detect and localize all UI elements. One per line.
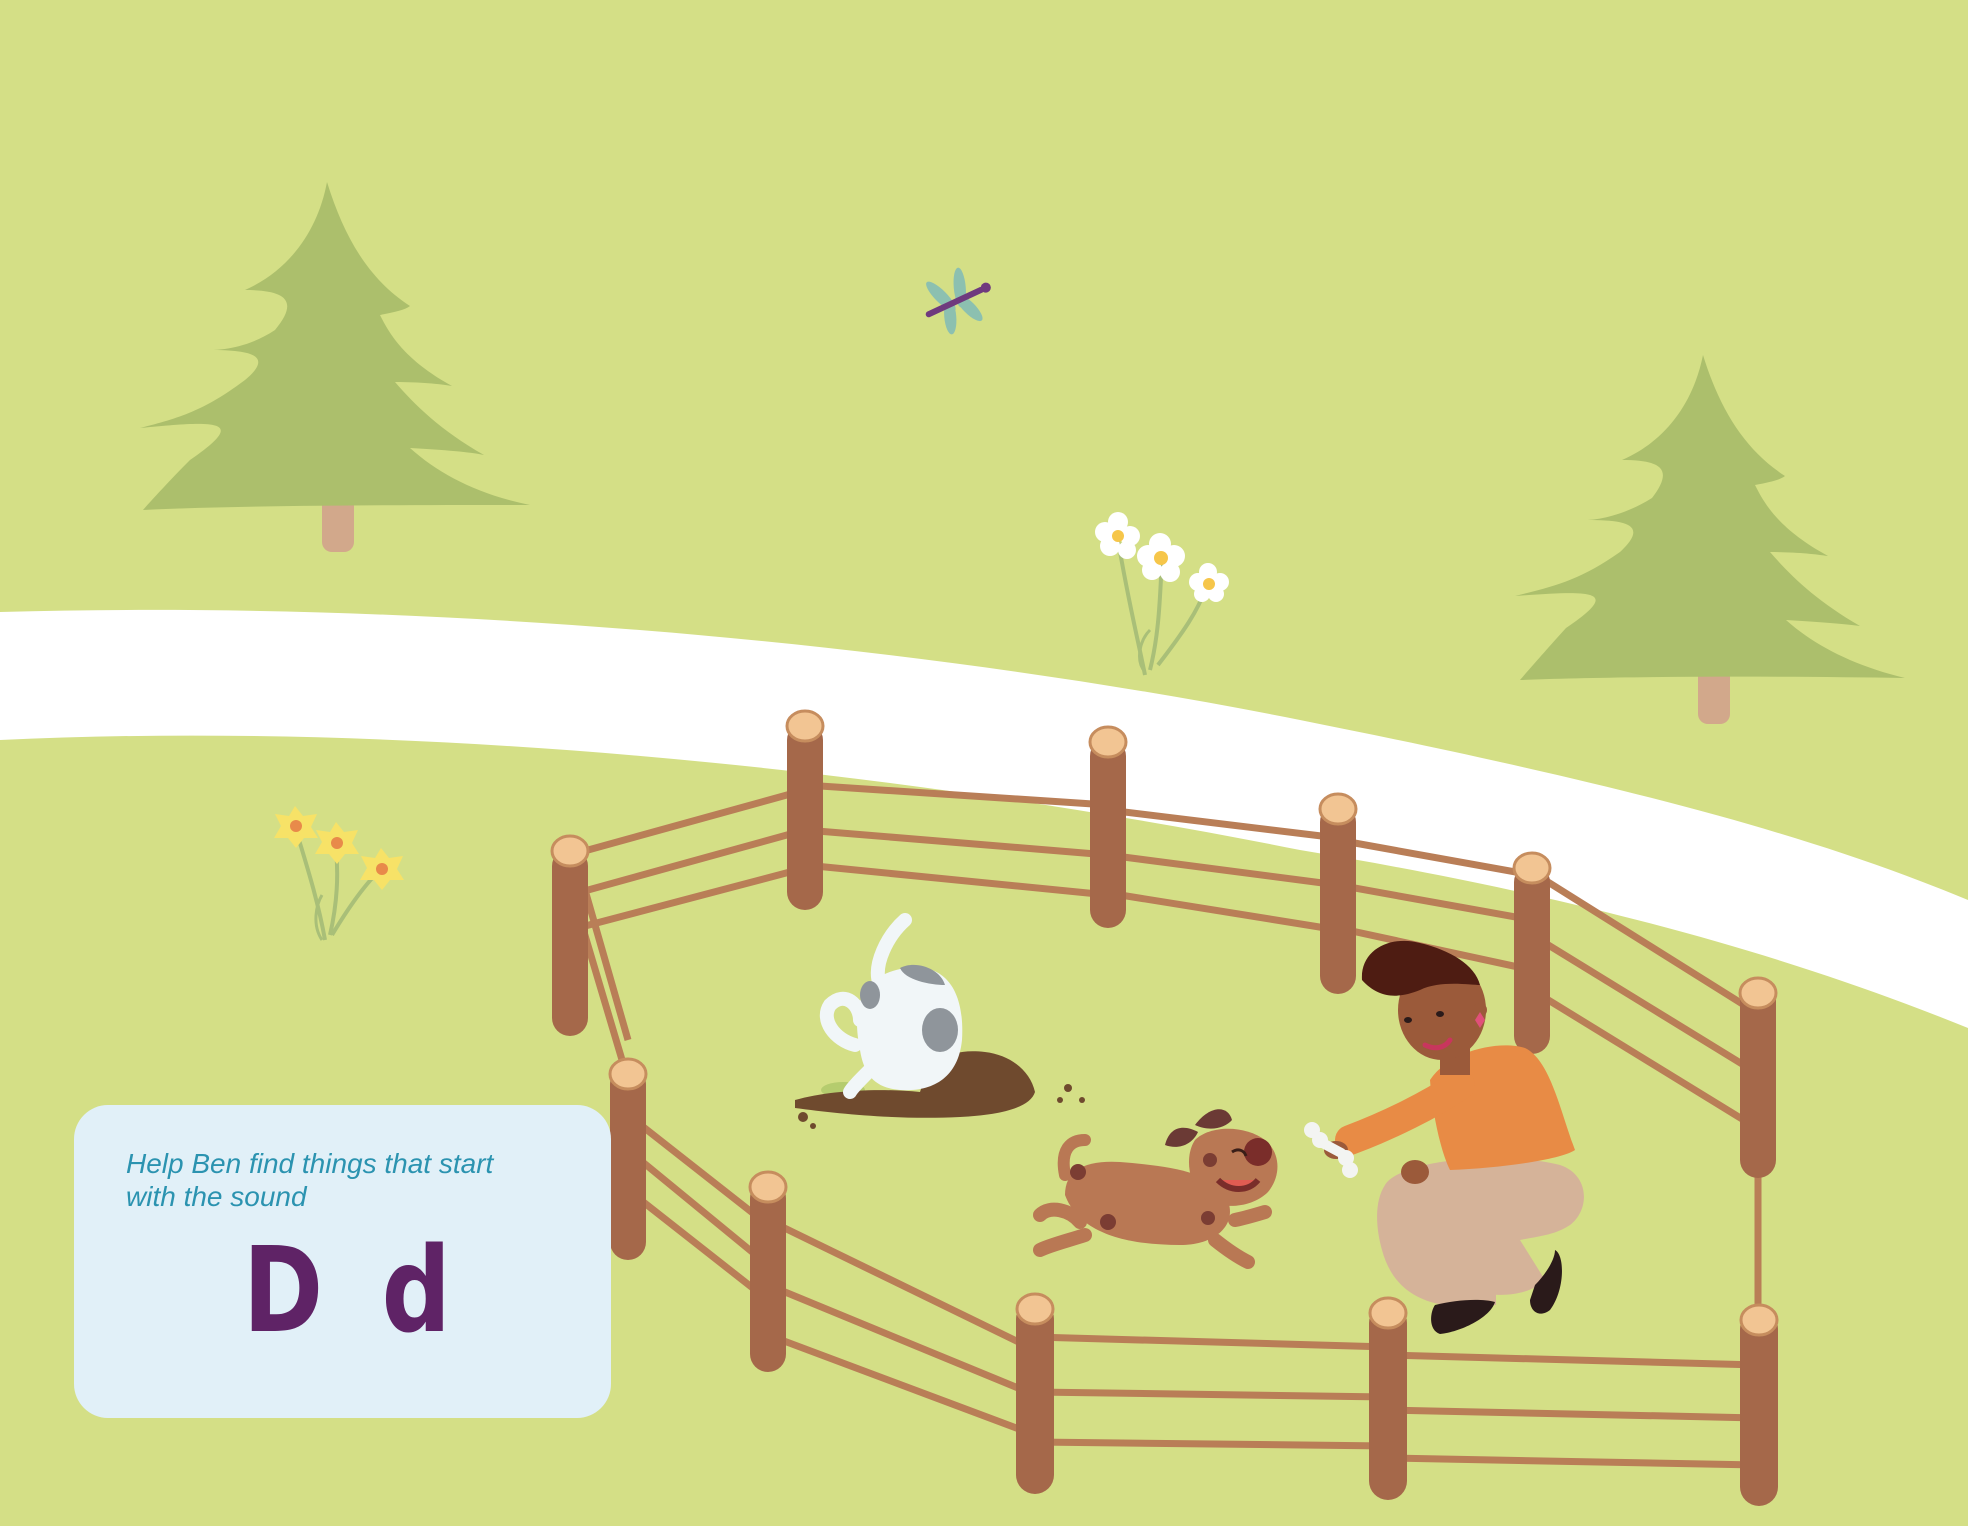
instruction-line-2: with the sound [126,1181,307,1212]
uppercase-letter: D [242,1221,324,1359]
target-letters: D d [74,1225,611,1355]
instruction-text: Help Ben find things that start with the… [126,1147,566,1213]
instruction-line-1: Help Ben find things that start [126,1148,494,1179]
prompt-card: Help Ben find things that start with the… [74,1105,611,1418]
lowercase-letter: d [381,1221,451,1359]
